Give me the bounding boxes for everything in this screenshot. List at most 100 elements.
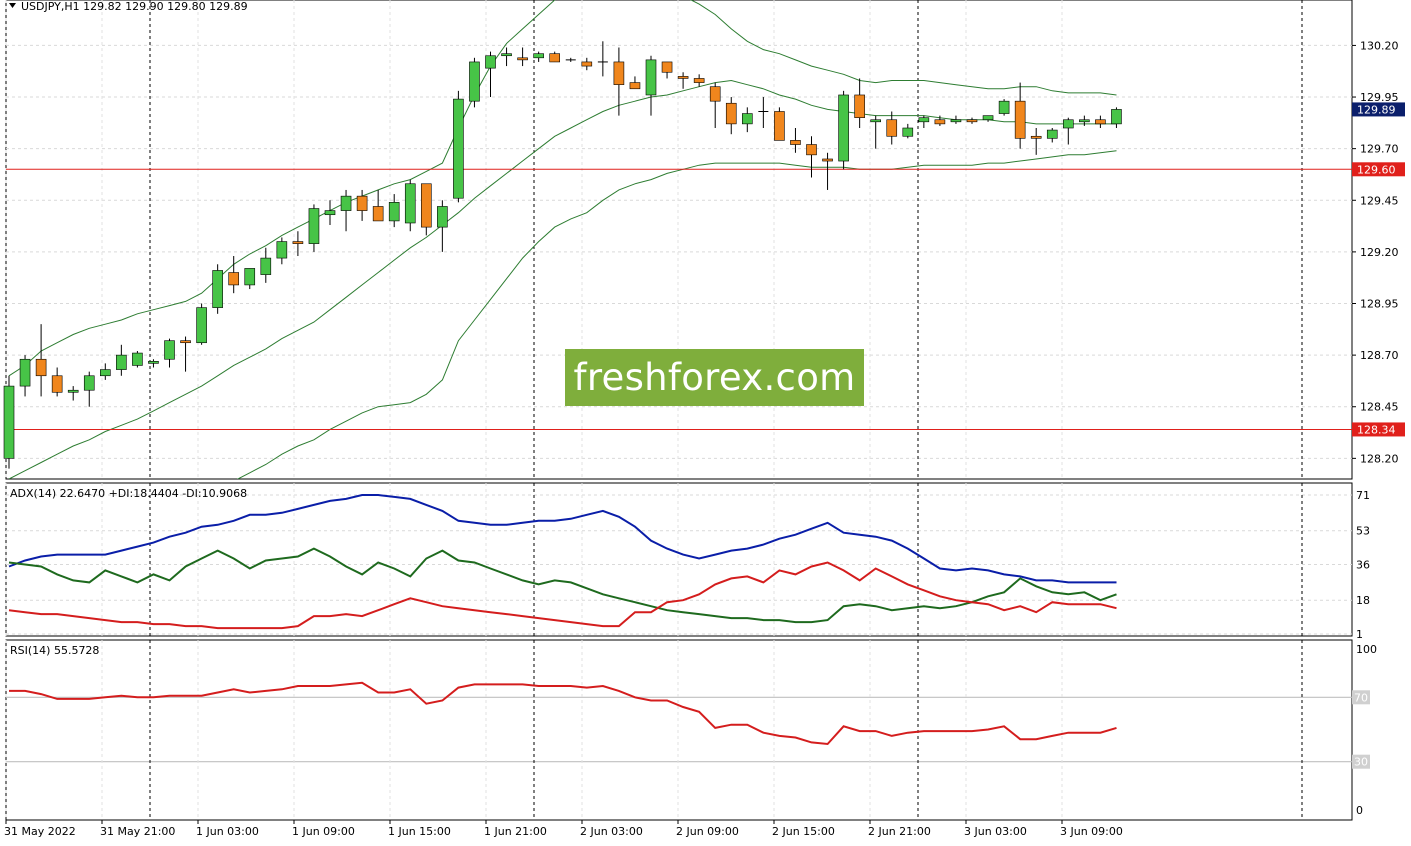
rsi-tick-label: 70 <box>1354 691 1368 704</box>
candle-body <box>1079 119 1090 123</box>
time-tick-label: 2 Jun 09:00 <box>676 825 739 838</box>
candle-body <box>276 241 288 259</box>
candle-body <box>790 140 801 145</box>
candle-body <box>661 61 673 73</box>
level-price-label: 129.60 <box>1357 163 1396 176</box>
current-price-label: 129.89 <box>1357 103 1396 116</box>
candle-body <box>709 86 721 102</box>
time-tick-label: 2 Jun 03:00 <box>580 825 643 838</box>
candle-body <box>469 61 480 102</box>
chart-svg: 130.20 129.95 129.70 129.45 129.20 128.95 128.… <box>3 0 1405 838</box>
candle-body <box>51 375 63 393</box>
adx-tick-label: 18 <box>1356 594 1370 607</box>
adx-tick-label: 53 <box>1356 525 1370 538</box>
candle-body <box>164 340 175 360</box>
rsi-tick-label: 0 <box>1356 804 1363 817</box>
candle-body <box>228 272 239 286</box>
time-tick-label: 1 Jun 09:00 <box>292 825 355 838</box>
candle-body <box>645 59 657 96</box>
chart-root: 130.20 129.95 129.70 129.45 129.20 128.95 128.… <box>0 0 1411 842</box>
candle-body <box>388 202 400 222</box>
time-tick-label: 3 Jun 03:00 <box>964 825 1027 838</box>
price-tick-label: 129.45 <box>1360 194 1399 207</box>
candle-body <box>870 119 882 123</box>
candle-body <box>3 385 15 459</box>
candle-body <box>1014 100 1026 139</box>
candle-body <box>260 257 272 275</box>
time-tick-label: 1 Jun 03:00 <box>196 825 259 838</box>
candle-body <box>340 195 352 211</box>
candle-body <box>1111 109 1122 125</box>
candle-body <box>725 102 737 125</box>
candle-body <box>854 94 865 118</box>
time-tick-label: 31 May 2022 <box>4 825 76 838</box>
price-tick-label: 129.70 <box>1360 143 1399 156</box>
candle-body <box>934 119 946 125</box>
candle-body <box>148 361 159 364</box>
candle-body <box>806 144 817 156</box>
candle-body <box>67 389 79 393</box>
candle-body <box>356 195 368 211</box>
adx-tick-label: 71 <box>1356 489 1370 502</box>
candle-body <box>244 268 256 286</box>
candle-body <box>1063 119 1074 129</box>
price-tick-label: 130.20 <box>1360 39 1399 52</box>
candle-body <box>966 119 978 123</box>
price-tick-label: 129.20 <box>1360 246 1399 259</box>
candle-body <box>822 158 833 162</box>
price-tick-label: 128.70 <box>1360 349 1399 362</box>
candle-body <box>308 208 320 244</box>
candle-body <box>741 113 753 125</box>
candle-body <box>453 98 464 199</box>
level-price-label: 128.34 <box>1357 423 1396 436</box>
time-tick-label: 3 Jun 09:00 <box>1060 825 1123 838</box>
candle-body <box>437 206 448 228</box>
adx-label: ADX(14) 22.6470 +DI:18.4404 -DI:10.9068 <box>10 487 247 500</box>
time-tick-label: 1 Jun 15:00 <box>388 825 451 838</box>
candle-body <box>372 206 384 222</box>
candle-body <box>1046 129 1058 139</box>
rsi-panel-frame <box>5 639 1353 821</box>
adx-tick-label: 1 <box>1356 628 1363 641</box>
candle-body <box>196 307 207 344</box>
candle-body <box>581 61 593 67</box>
candle-body <box>292 241 304 244</box>
time-tick-label: 31 May 21:00 <box>100 825 175 838</box>
price-tick-label: 128.95 <box>1360 298 1399 311</box>
candle-body <box>549 53 561 63</box>
price-tick-label: 129.95 <box>1360 91 1399 104</box>
candle-body <box>1030 135 1042 139</box>
price-tick-label: 128.20 <box>1360 452 1399 465</box>
candle-body <box>83 375 95 391</box>
candle-body <box>629 82 641 90</box>
adx-panel-frame <box>5 482 1353 637</box>
candle-body <box>838 94 849 162</box>
candle-body <box>324 210 336 216</box>
candle-body <box>533 53 544 59</box>
candle-body <box>116 354 127 370</box>
candle-body <box>982 115 994 121</box>
candle-body <box>180 340 191 344</box>
candle-body <box>902 127 914 137</box>
candle-body <box>774 111 785 141</box>
rsi-label: RSI(14) 55.5728 <box>10 644 99 657</box>
price-tick-label: 128.45 <box>1360 401 1399 414</box>
candle-body <box>485 55 496 69</box>
candle-body <box>693 78 705 83</box>
watermark-logo: freshforex.com <box>565 349 864 406</box>
candle-body <box>950 119 962 123</box>
candle-body <box>918 117 930 123</box>
rsi-tick-label: 100 <box>1356 643 1377 656</box>
candle-body <box>212 270 223 308</box>
time-tick-label: 2 Jun 15:00 <box>772 825 835 838</box>
symbol-header: USDJPY,H1 129.82 129.90 129.80 129.89 <box>21 0 248 13</box>
candle-body <box>613 61 625 85</box>
candle-body <box>35 358 47 377</box>
time-tick-label: 1 Jun 21:00 <box>484 825 547 838</box>
candle-body <box>19 358 31 387</box>
candle-body <box>404 183 416 224</box>
candle-body <box>1095 119 1106 125</box>
candle-body <box>501 53 512 57</box>
rsi-tick-label: 30 <box>1354 756 1368 769</box>
candle-body <box>517 57 528 61</box>
